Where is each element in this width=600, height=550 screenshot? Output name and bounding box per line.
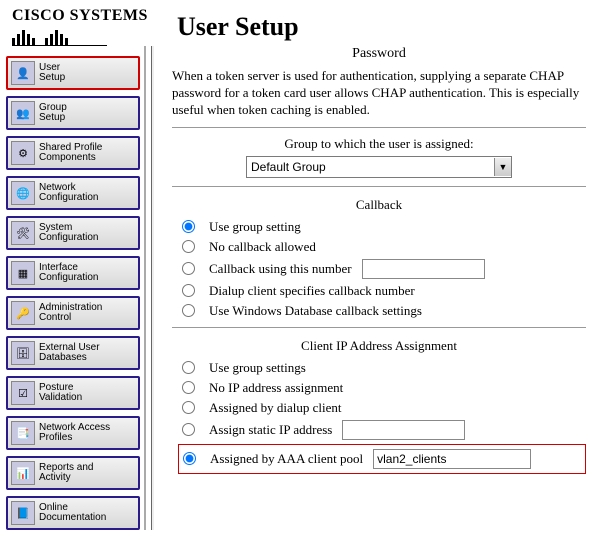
nav-item-8[interactable]: ☑PostureValidation [6, 376, 140, 410]
group-label: Group to which the user is assigned: [172, 136, 586, 152]
ip-radio-static-ip[interactable] [182, 423, 195, 436]
divider [172, 186, 586, 187]
nav-label: OnlineDocumentation [39, 503, 106, 524]
nav-icon: 👤 [11, 61, 35, 85]
nav-item-4[interactable]: 🛠SystemConfiguration [6, 216, 140, 250]
nav-item-1[interactable]: 👥GroupSetup [6, 96, 140, 130]
nav-icon: 👥 [11, 101, 35, 125]
callback-radio-no-callback[interactable] [182, 240, 195, 253]
main-panel: Password When a token server is used for… [154, 46, 600, 530]
callback-radio-windows-db[interactable] [182, 304, 195, 317]
nav-label: Shared ProfileComponents [39, 143, 102, 164]
ip-label: Assigned by dialup client [209, 400, 342, 416]
nav-item-0[interactable]: 👤UserSetup [6, 56, 140, 90]
nav-icon: 📑 [11, 421, 35, 445]
nav-icon: 🔑 [11, 301, 35, 325]
nav-item-2[interactable]: ⚙Shared ProfileComponents [6, 136, 140, 170]
nav-label: PostureValidation [39, 383, 82, 404]
nav-item-5[interactable]: ▦InterfaceConfiguration [6, 256, 140, 290]
callback-radio-dialup[interactable] [182, 284, 195, 297]
ip-title: Client IP Address Assignment [172, 338, 586, 354]
nav-label: InterfaceConfiguration [39, 263, 98, 284]
nav-label: GroupSetup [39, 103, 67, 124]
callback-radio-use-group[interactable] [182, 220, 195, 233]
nav-label: Reports andActivity [39, 463, 93, 484]
callback-radio-this-number[interactable] [182, 262, 195, 275]
static-ip-input[interactable] [342, 420, 465, 440]
pane-divider[interactable] [144, 46, 154, 530]
ip-radio-aaa-pool[interactable] [183, 452, 196, 465]
nav-item-10[interactable]: 📊Reports andActivity [6, 456, 140, 490]
ip-label: Assigned by AAA client pool [210, 451, 363, 467]
divider [172, 127, 586, 128]
nav-icon: ☑ [11, 381, 35, 405]
nav-icon: 🛠 [11, 221, 35, 245]
highlighted-pool-row: Assigned by AAA client pool [178, 444, 586, 474]
page-title: User Setup [157, 0, 600, 46]
divider [172, 327, 586, 328]
nav-icon: 📘 [11, 501, 35, 525]
ip-radio-group-settings[interactable] [182, 361, 195, 374]
left-nav: 👤UserSetup👥GroupSetup⚙Shared ProfileComp… [0, 46, 144, 530]
nav-icon: 🗄 [11, 341, 35, 365]
nav-label: NetworkConfiguration [39, 183, 98, 204]
ip-label: Assign static IP address [209, 422, 332, 438]
callback-label: No callback allowed [209, 239, 316, 255]
nav-label: AdministrationControl [39, 303, 102, 324]
nav-icon: 📊 [11, 461, 35, 485]
nav-label: External UserDatabases [39, 343, 100, 364]
nav-label: Network AccessProfiles [39, 423, 110, 444]
ip-radio-dialup-client[interactable] [182, 401, 195, 414]
nav-item-11[interactable]: 📘OnlineDocumentation [6, 496, 140, 530]
password-title: Password [172, 46, 586, 62]
nav-item-6[interactable]: 🔑AdministrationControl [6, 296, 140, 330]
ip-label: No IP address assignment [209, 380, 343, 396]
callback-title: Callback [172, 197, 586, 213]
aaa-pool-input[interactable] [373, 449, 531, 469]
nav-label: UserSetup [39, 63, 65, 84]
nav-item-9[interactable]: 📑Network AccessProfiles [6, 416, 140, 450]
password-description: When a token server is used for authenti… [172, 68, 586, 119]
group-select[interactable]: Default Group ▼ [246, 156, 512, 178]
callback-label: Use Windows Database callback settings [209, 303, 422, 319]
logo-brand-text: CISCO SYSTEMS [12, 7, 157, 25]
callback-number-input[interactable] [362, 259, 485, 279]
ip-label: Use group settings [209, 360, 306, 376]
nav-icon: ▦ [11, 261, 35, 285]
nav-item-3[interactable]: 🌐NetworkConfiguration [6, 176, 140, 210]
nav-icon: ⚙ [11, 141, 35, 165]
chevron-down-icon: ▼ [494, 158, 511, 176]
nav-label: SystemConfiguration [39, 223, 98, 244]
nav-icon: 🌐 [11, 181, 35, 205]
nav-item-7[interactable]: 🗄External UserDatabases [6, 336, 140, 370]
cisco-logo: CISCO SYSTEMS [0, 1, 157, 46]
logo-skyline-icon [12, 27, 107, 46]
ip-radio-no-assignment[interactable] [182, 381, 195, 394]
callback-label: Dialup client specifies callback number [209, 283, 415, 299]
group-select-value: Default Group [251, 160, 326, 174]
callback-label: Use group setting [209, 219, 301, 235]
callback-label: Callback using this number [209, 261, 352, 277]
